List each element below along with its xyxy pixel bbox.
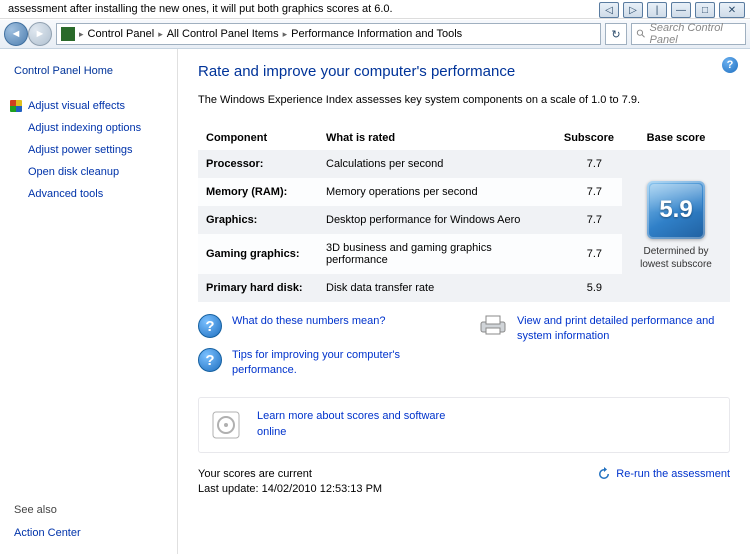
control-panel-icon xyxy=(61,27,75,41)
base-score-badge: 5.9 xyxy=(647,181,705,239)
software-box-icon xyxy=(209,408,243,442)
component-subscore: 7.7 xyxy=(552,178,622,206)
component-name: Primary hard disk: xyxy=(198,274,318,302)
component-rated: Calculations per second xyxy=(318,150,552,178)
nav-left-icon[interactable]: ◁ xyxy=(599,2,619,18)
sidebar-item-indexing[interactable]: Adjust indexing options xyxy=(0,117,177,139)
component-name: Graphics: xyxy=(198,206,318,234)
back-button[interactable]: ◄ xyxy=(4,22,28,46)
page-title: Rate and improve your computer's perform… xyxy=(198,63,730,80)
see-also-heading: See also xyxy=(14,504,163,516)
col-rated: What is rated xyxy=(318,126,552,150)
see-also-action-center[interactable]: Action Center xyxy=(14,524,163,542)
learn-more-box: Learn more about scores and software onl… xyxy=(198,397,730,453)
col-subscore: Subscore xyxy=(552,126,622,150)
sidebar-item-power[interactable]: Adjust power settings xyxy=(0,139,177,161)
question-icon: ? xyxy=(198,348,222,372)
component-rated: Memory operations per second xyxy=(318,178,552,206)
search-placeholder: Search Control Panel xyxy=(650,22,742,46)
component-subscore: 7.7 xyxy=(552,150,622,178)
breadcrumb-sep-icon: ▸ xyxy=(158,29,163,40)
help-icon[interactable]: ? xyxy=(722,57,738,73)
rerun-assessment-link[interactable]: Re-run the assessment xyxy=(597,467,730,481)
sidebar-item-advanced-tools[interactable]: Advanced tools xyxy=(0,183,177,205)
component-name: Memory (RAM): xyxy=(198,178,318,206)
col-component: Component xyxy=(198,126,318,150)
nav-bar: ◄ ► ▸ Control Panel ▸ All Control Panel … xyxy=(0,19,750,49)
breadcrumb-sep-icon: ▸ xyxy=(79,29,84,40)
table-row: Processor: Calculations per second 7.7 5… xyxy=(198,150,730,178)
col-base: Base score xyxy=(622,126,730,150)
sidebar-item-disk-cleanup[interactable]: Open disk cleanup xyxy=(0,161,177,183)
divider-icon: | xyxy=(647,2,667,18)
intro-text: The Windows Experience Index assesses ke… xyxy=(198,94,730,106)
help-links-row: ? What do these numbers mean? ? Tips for… xyxy=(198,314,730,389)
link-tips[interactable]: Tips for improving your computer's perfo… xyxy=(232,348,432,379)
window-controls: ◁ ▷ | — □ ✕ xyxy=(599,2,745,18)
link-numbers-mean[interactable]: What do these numbers mean? xyxy=(232,314,385,329)
search-icon xyxy=(636,28,647,40)
component-rated: Disk data transfer rate xyxy=(318,274,552,302)
control-panel-home-link[interactable]: Control Panel Home xyxy=(0,61,177,95)
breadcrumb-seg[interactable]: All Control Panel Items xyxy=(167,28,279,40)
component-subscore: 7.7 xyxy=(552,234,622,274)
link-learn-more[interactable]: Learn more about scores and software onl… xyxy=(257,409,457,440)
status-row: Your scores are current Last update: 14/… xyxy=(198,467,730,498)
see-also-section: See also Action Center xyxy=(0,494,177,542)
forward-button[interactable]: ► xyxy=(28,22,52,46)
breadcrumb-seg[interactable]: Control Panel xyxy=(88,28,155,40)
refresh-icon xyxy=(597,467,611,481)
minimize-button[interactable]: — xyxy=(671,2,691,18)
content-area: ? Rate and improve your computer's perfo… xyxy=(178,49,750,554)
component-subscore: 7.7 xyxy=(552,206,622,234)
score-table: Component What is rated Subscore Base sc… xyxy=(198,126,730,302)
status-text: Your scores are current Last update: 14/… xyxy=(198,467,382,498)
component-name: Gaming graphics: xyxy=(198,234,318,274)
address-bar[interactable]: ▸ Control Panel ▸ All Control Panel Item… xyxy=(56,23,601,45)
search-input[interactable]: Search Control Panel xyxy=(631,23,746,45)
maximize-button[interactable]: □ xyxy=(695,2,715,18)
base-score-cell: 5.9 Determined by lowest subscore xyxy=(622,150,730,302)
nav-right-icon[interactable]: ▷ xyxy=(623,2,643,18)
sidebar: Control Panel Home Adjust visual effects… xyxy=(0,49,178,554)
component-rated: Desktop performance for Windows Aero xyxy=(318,206,552,234)
base-score-caption: Determined by lowest subscore xyxy=(628,245,724,271)
component-rated: 3D business and gaming graphics performa… xyxy=(318,234,552,274)
component-subscore: 5.9 xyxy=(552,274,622,302)
link-detailed-info[interactable]: View and print detailed performance and … xyxy=(517,314,717,345)
breadcrumb-sep-icon: ▸ xyxy=(283,29,288,40)
nav-arrows: ◄ ► xyxy=(4,22,52,46)
sidebar-item-visual-effects[interactable]: Adjust visual effects xyxy=(0,95,177,117)
component-name: Processor: xyxy=(198,150,318,178)
breadcrumb-seg[interactable]: Performance Information and Tools xyxy=(291,28,462,40)
question-icon: ? xyxy=(198,314,222,338)
printer-icon xyxy=(479,314,507,336)
refresh-button[interactable]: ↻ xyxy=(605,23,627,45)
close-button[interactable]: ✕ xyxy=(719,2,745,18)
